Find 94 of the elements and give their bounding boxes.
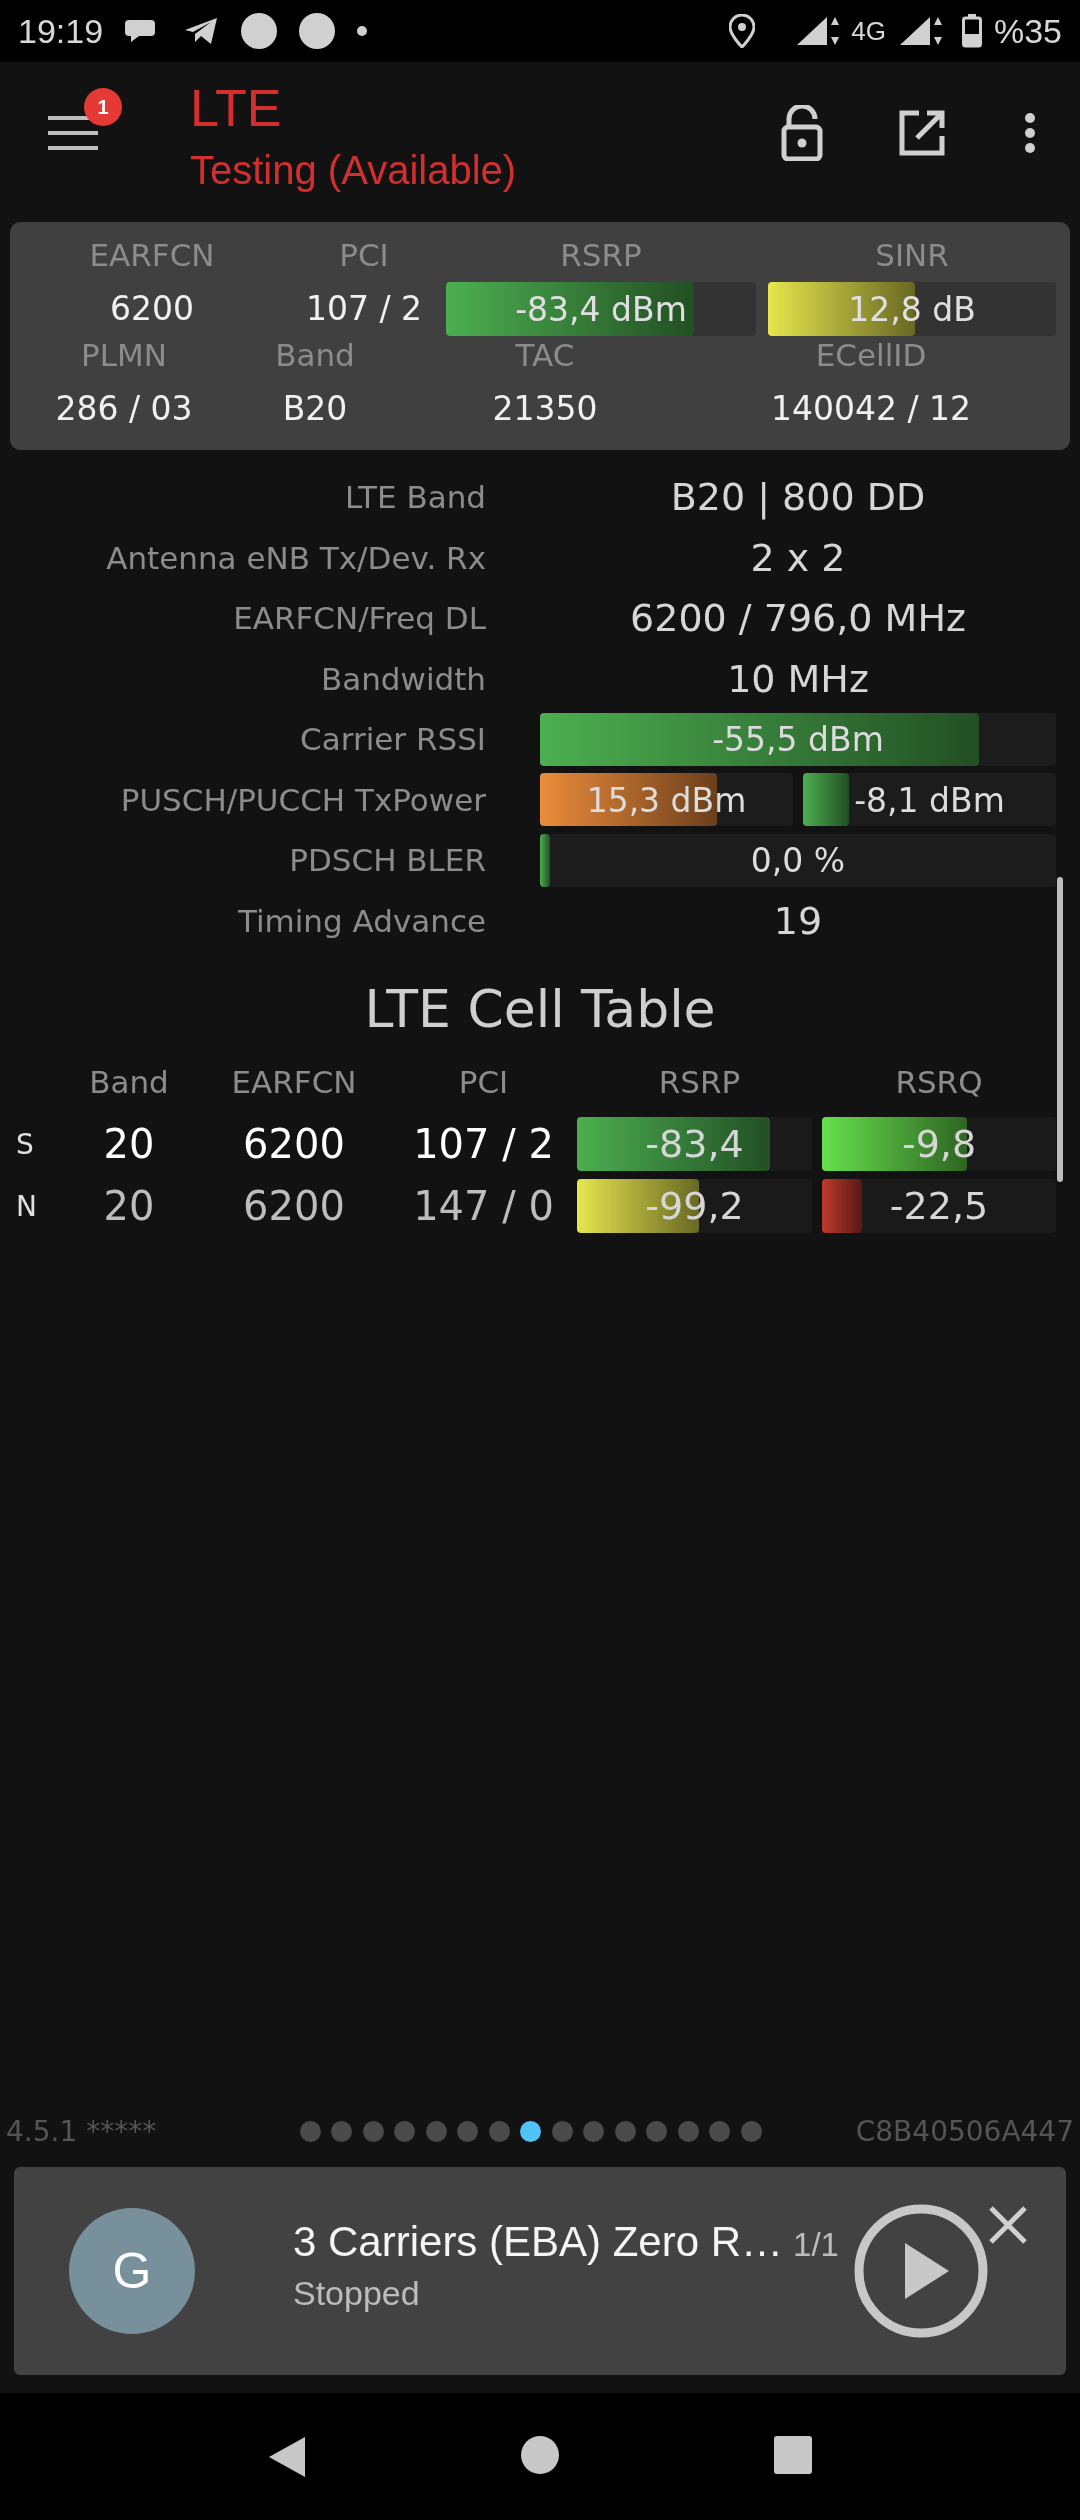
avatar: G bbox=[69, 2208, 195, 2334]
detail-label: Carrier RSSI bbox=[299, 721, 486, 758]
page-dot[interactable] bbox=[394, 2120, 416, 2142]
screen-subtitle: Testing (Available) bbox=[190, 147, 518, 194]
close-icon bbox=[988, 2205, 1028, 2245]
detail-label: Timing Advance bbox=[236, 902, 486, 939]
detail-value: 6200 / 796,0 MHz bbox=[629, 596, 967, 641]
page-dot[interactable] bbox=[457, 2120, 479, 2142]
summary-label: ECellID bbox=[815, 336, 927, 374]
page-dot[interactable] bbox=[709, 2120, 731, 2142]
table-cell-text: 107 / 2 bbox=[412, 1121, 555, 1167]
summary-label: PCI bbox=[339, 236, 389, 274]
table-cell-text: 147 / 0 bbox=[412, 1183, 555, 1229]
column-header: EARFCN bbox=[230, 1064, 358, 1100]
page-dot[interactable] bbox=[488, 2120, 510, 2142]
padlock-icon bbox=[781, 105, 823, 161]
page-dot[interactable] bbox=[362, 2120, 384, 2142]
detail-value: 2 x 2 bbox=[749, 535, 847, 580]
page-dot[interactable] bbox=[299, 2120, 321, 2142]
table-cell-text: 6200 bbox=[242, 1121, 346, 1167]
page-dot[interactable] bbox=[646, 2120, 668, 2142]
column-header: Band bbox=[88, 1064, 170, 1100]
page-dot[interactable] bbox=[425, 2120, 447, 2142]
dot-icon bbox=[357, 26, 368, 36]
column-header: PCI bbox=[457, 1064, 510, 1100]
page-dot[interactable] bbox=[677, 2120, 699, 2142]
table-cell-text: 20 bbox=[102, 1121, 156, 1167]
summary-label: EARFCN bbox=[89, 236, 215, 274]
app-version: 4.5.1 ***** bbox=[6, 2114, 157, 2148]
track-count: 1/1 bbox=[793, 2225, 839, 2264]
detail-value: 19 bbox=[772, 898, 824, 943]
table-cell-text: 20 bbox=[102, 1183, 156, 1229]
device-id: C8B40506A447 bbox=[855, 2114, 1074, 2148]
circle-icon bbox=[299, 13, 336, 49]
meter-reading: 12,8 dB bbox=[847, 289, 977, 329]
summary-value: B20 bbox=[282, 388, 348, 430]
home-circle-icon bbox=[520, 2435, 560, 2475]
cell-type: S bbox=[15, 1127, 35, 1161]
detail-label: PUSCH/PUCCH TxPower bbox=[119, 781, 486, 818]
meter-reading: -83,4 bbox=[644, 1122, 745, 1166]
page-dot[interactable] bbox=[331, 2120, 353, 2142]
menu-icon bbox=[48, 114, 98, 151]
notification-badge: 1 bbox=[84, 88, 122, 126]
external-link-icon bbox=[899, 110, 945, 156]
summary-value: 6200 bbox=[110, 288, 194, 330]
summary-label: Band bbox=[275, 336, 355, 374]
table-cell-text: 6200 bbox=[242, 1183, 346, 1229]
column-header: RSRP bbox=[657, 1064, 742, 1100]
meter-reading: -8,1 dBm bbox=[853, 780, 1006, 820]
recents-square-icon bbox=[773, 2435, 814, 2475]
cell-type: N bbox=[15, 1189, 38, 1223]
circle-icon bbox=[241, 13, 278, 49]
page-dot[interactable] bbox=[520, 2120, 542, 2142]
meter-reading: -83,4 dBm bbox=[514, 289, 688, 329]
play-icon bbox=[852, 2203, 989, 2339]
detail-value: 10 MHz bbox=[726, 656, 870, 701]
meter-reading: -22,5 bbox=[888, 1184, 990, 1228]
screen-title: LTE bbox=[190, 78, 283, 138]
meter-reading: 0,0 % bbox=[749, 840, 847, 880]
summary-label: TAC bbox=[515, 336, 575, 374]
detail-label: EARFCN/Freq DL bbox=[232, 600, 486, 637]
summary-value: 286 / 03 bbox=[55, 388, 193, 430]
page-dot[interactable] bbox=[740, 2120, 762, 2142]
signal-icon bbox=[795, 15, 840, 47]
more-vertical-icon bbox=[1024, 112, 1036, 154]
battery-level: %35 bbox=[993, 11, 1062, 51]
table-title: LTE Cell Table bbox=[363, 978, 717, 1041]
column-header: RSRQ bbox=[894, 1064, 984, 1100]
play-button[interactable] bbox=[852, 2203, 989, 2339]
page-dot[interactable] bbox=[614, 2120, 636, 2142]
meter-reading: -55,5 dBm bbox=[711, 719, 885, 759]
location-pin-icon bbox=[729, 14, 756, 48]
meter-reading: -99,2 bbox=[644, 1184, 745, 1228]
playback-status: Stopped bbox=[293, 2273, 421, 2313]
summary-label: PLMN bbox=[81, 336, 167, 374]
summary-value: 140042 / 12 bbox=[770, 388, 972, 430]
close-button[interactable] bbox=[988, 2205, 1028, 2245]
track-title: 3 Carriers (EBA) Zero R… bbox=[293, 2217, 784, 2266]
detail-label: PDSCH BLER bbox=[288, 842, 486, 879]
battery-icon bbox=[961, 14, 982, 48]
summary-value: 107 / 2 bbox=[305, 288, 423, 330]
network-type: 4G bbox=[851, 15, 886, 47]
summary-value: 21350 bbox=[492, 388, 598, 430]
paper-plane-icon bbox=[183, 16, 220, 46]
detail-label: Antenna eNB Tx/Dev. Rx bbox=[105, 539, 486, 576]
page-dot[interactable] bbox=[583, 2120, 605, 2142]
detail-label: Bandwidth bbox=[319, 660, 486, 697]
summary-label: RSRP bbox=[560, 236, 642, 274]
page-dot[interactable] bbox=[551, 2120, 573, 2142]
clock: 19:19 bbox=[18, 11, 104, 51]
meter-reading: 15,3 dBm bbox=[585, 780, 748, 820]
detail-label: LTE Band bbox=[344, 479, 486, 516]
summary-label: SINR bbox=[875, 236, 949, 274]
detail-value: B20 | 800 DD bbox=[669, 475, 927, 520]
